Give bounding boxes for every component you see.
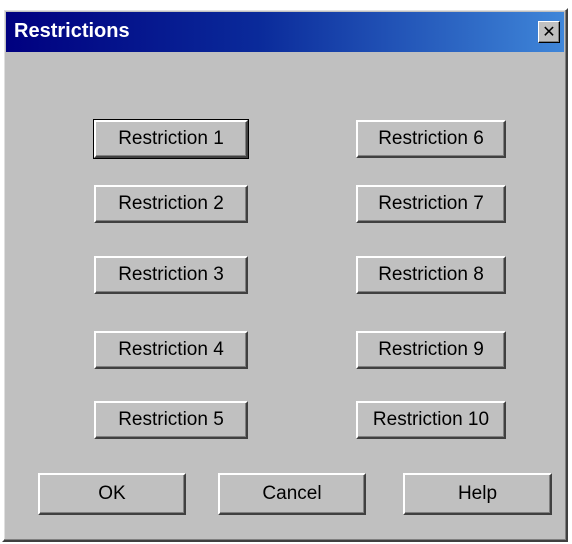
restriction-10-label: Restriction 10 [372, 409, 490, 430]
restrictions-dialog: Restrictions ✕ Restriction 1 Restriction… [2, 8, 568, 542]
cancel-button[interactable]: Cancel [218, 473, 366, 515]
restriction-6-button[interactable]: Restriction 6 [356, 120, 506, 158]
restriction-8-button[interactable]: Restriction 8 [356, 256, 506, 294]
ok-button[interactable]: OK [38, 473, 186, 515]
restriction-1-label: Restriction 1 [118, 128, 224, 149]
restriction-10-button[interactable]: Restriction 10 [356, 401, 506, 439]
ok-label: OK [98, 483, 126, 504]
help-label: Help [457, 483, 498, 504]
cancel-label: Cancel [262, 483, 322, 504]
restriction-3-button[interactable]: Restriction 3 [94, 256, 248, 294]
restriction-4-button[interactable]: Restriction 4 [94, 331, 248, 369]
restriction-9-label: Restriction 9 [378, 339, 484, 360]
restriction-5-button[interactable]: Restriction 5 [94, 401, 248, 439]
restriction-9-button[interactable]: Restriction 9 [356, 331, 506, 369]
restriction-8-label: Restriction 8 [378, 264, 484, 285]
restriction-4-label: Restriction 4 [118, 339, 224, 360]
restriction-7-button[interactable]: Restriction 7 [356, 185, 506, 223]
dialog-title: Restrictions [14, 20, 130, 42]
title-bar: Restrictions ✕ [6, 12, 564, 52]
restriction-1-button[interactable]: Restriction 1 [93, 119, 249, 159]
close-icon: ✕ [542, 22, 556, 41]
restriction-5-label: Restriction 5 [118, 409, 224, 430]
restriction-3-label: Restriction 3 [118, 264, 224, 285]
restriction-2-label: Restriction 2 [118, 193, 224, 214]
close-button[interactable]: ✕ [538, 21, 560, 43]
restriction-7-label: Restriction 7 [378, 193, 484, 214]
restriction-2-button[interactable]: Restriction 2 [94, 185, 248, 223]
help-button[interactable]: Help [403, 473, 552, 515]
restriction-6-label: Restriction 6 [378, 128, 484, 149]
